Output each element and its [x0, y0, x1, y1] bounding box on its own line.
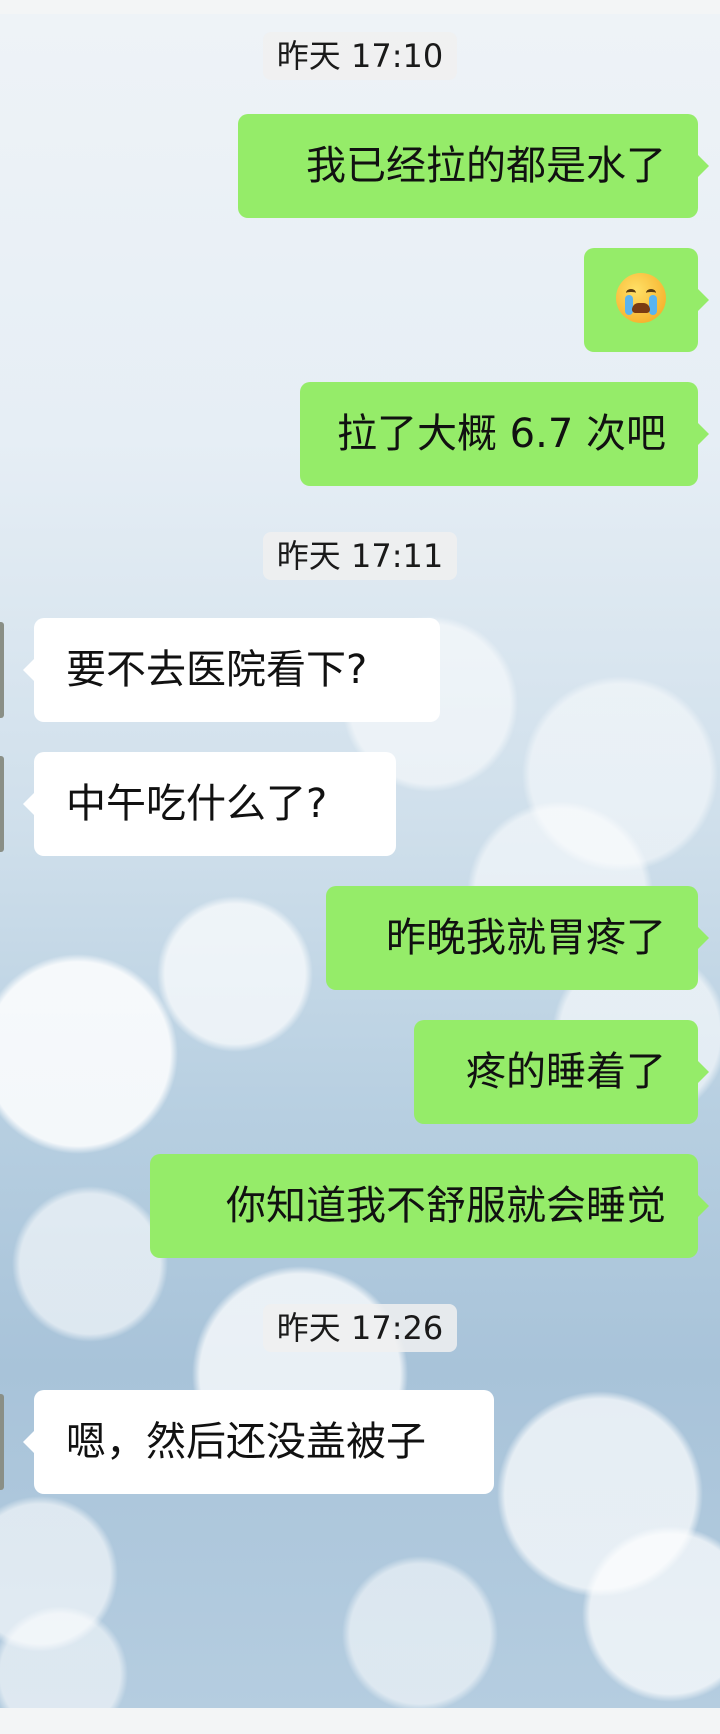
bottom-bar [0, 1708, 720, 1734]
contact-avatar[interactable] [0, 756, 4, 852]
contact-avatar[interactable] [0, 1394, 4, 1490]
message-bubble-outgoing[interactable]: 拉了大概 6.7 次吧 [300, 382, 709, 486]
message-bubble-outgoing[interactable]: 疼的睡着了 [414, 1020, 709, 1124]
message-bubble-outgoing[interactable]: 我已经拉的都是水了 [238, 114, 709, 218]
message-bubble-outgoing-emoji[interactable] [584, 248, 709, 352]
crying-emoji-icon [616, 273, 666, 323]
message-bubble-incoming[interactable]: 中午吃什么了? [23, 752, 396, 856]
chat-area[interactable]: 昨天 17:10 我已经拉的都是水了 拉了大概 6.7 次吧 昨天 17:11 … [0, 14, 720, 1708]
message-bubble-incoming[interactable]: 要不去医院看下? [23, 618, 440, 722]
timestamp: 昨天 17:11 [0, 532, 720, 580]
message-bubble-incoming[interactable]: 嗯，然后还没盖被子 [23, 1390, 494, 1494]
timestamp: 昨天 17:10 [0, 32, 720, 80]
message-bubble-outgoing[interactable]: 你知道我不舒服就会睡觉 [150, 1154, 709, 1258]
message-bubble-outgoing[interactable]: 昨晚我就胃疼了 [326, 886, 709, 990]
contact-avatar[interactable] [0, 622, 4, 718]
timestamp: 昨天 17:26 [0, 1304, 720, 1352]
